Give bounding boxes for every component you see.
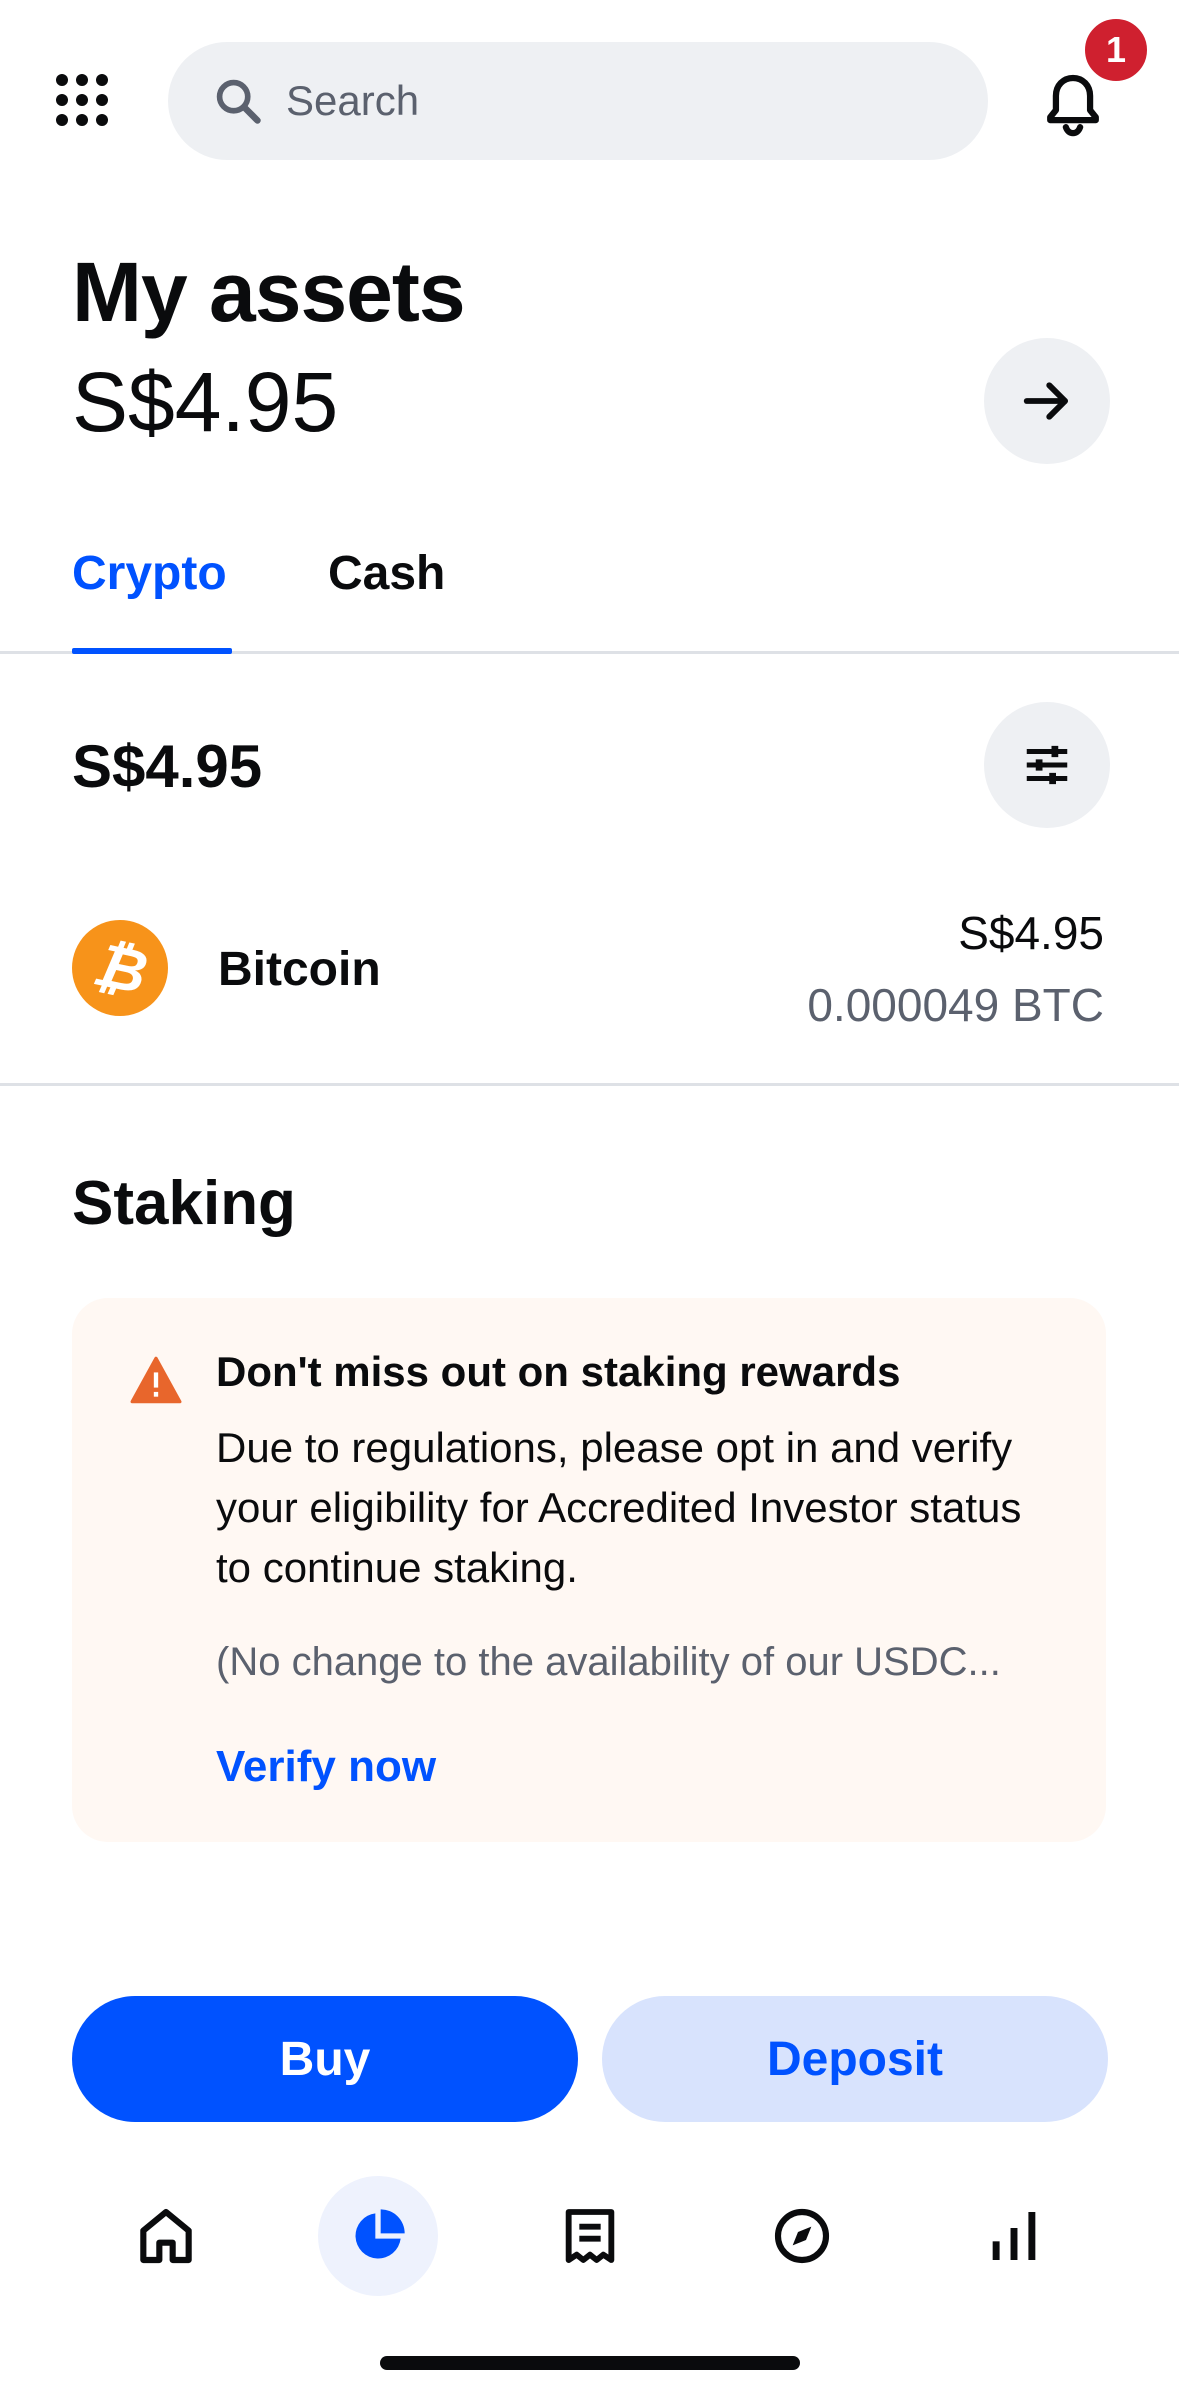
- nav-explore[interactable]: [742, 2176, 862, 2296]
- nav-transactions[interactable]: [530, 2176, 650, 2296]
- asset-name: Bitcoin: [218, 943, 381, 996]
- asset-tabs: Crypto Cash: [0, 520, 1179, 654]
- transactions-receipt-icon: [565, 2209, 615, 2263]
- tab-active-indicator: [72, 648, 232, 654]
- asset-amount: 0.000049 BTC: [807, 979, 1104, 1031]
- filter-button[interactable]: [984, 702, 1110, 828]
- search-bar[interactable]: [168, 42, 988, 160]
- search-input[interactable]: [286, 77, 966, 125]
- top-bar: 1: [0, 0, 1179, 200]
- asset-fiat-value: S$4.95: [958, 907, 1104, 959]
- portfolio-pie-icon: [355, 2209, 405, 2259]
- notification-badge: 1: [1080, 14, 1152, 86]
- total-balance: S$4.95: [72, 355, 339, 449]
- nav-markets[interactable]: [954, 2176, 1074, 2296]
- verify-now-link[interactable]: Verify now: [216, 1742, 436, 1792]
- crypto-balance: S$4.95: [72, 733, 263, 800]
- tab-crypto[interactable]: Crypto: [72, 546, 227, 601]
- notice-title: Don't miss out on staking rewards: [216, 1348, 901, 1395]
- markets-bars-icon: [992, 2212, 1036, 2260]
- apps-grid-icon[interactable]: [52, 70, 112, 130]
- staking-heading: Staking: [72, 1169, 296, 1238]
- notice-body: Due to regulations, please opt in and ve…: [216, 1424, 1022, 1591]
- notice-footnote: (No change to the availability of our US…: [216, 1640, 1001, 1684]
- explore-compass-icon: [774, 2208, 830, 2264]
- asset-row-bitcoin[interactable]: ₿ Bitcoin S$4.95 0.000049 BTC: [0, 880, 1179, 1086]
- buy-button[interactable]: Buy: [72, 1996, 578, 2122]
- home-indicator: [380, 2356, 800, 2370]
- deposit-button[interactable]: Deposit: [602, 1996, 1108, 2122]
- nav-home[interactable]: [106, 2176, 226, 2296]
- nav-assets[interactable]: [318, 2176, 438, 2296]
- page-title: My assets: [72, 245, 466, 339]
- warning-icon: [130, 1356, 182, 1404]
- sliders-icon: [1026, 745, 1068, 785]
- bitcoin-icon: ₿: [72, 920, 168, 1016]
- arrow-right-icon: [1023, 382, 1068, 420]
- bottom-nav: [0, 2170, 1179, 2300]
- search-icon: [216, 79, 261, 124]
- view-details-button[interactable]: [984, 338, 1110, 464]
- tab-cash[interactable]: Cash: [328, 546, 445, 601]
- home-icon: [140, 2208, 192, 2264]
- staking-notice-card: Don't miss out on staking rewards Due to…: [72, 1298, 1106, 1842]
